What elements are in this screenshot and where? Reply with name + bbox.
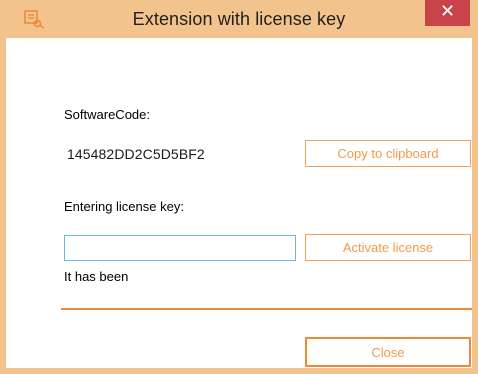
copy-to-clipboard-button[interactable]: Copy to clipboard <box>305 140 471 167</box>
software-code-label: SoftwareCode: <box>64 107 150 122</box>
software-code-value: 145482DD2C5D5BF2 <box>67 146 205 162</box>
window-title: Extension with license key <box>132 9 346 29</box>
license-dialog-window: Extension with license key ✕ SoftwareCod… <box>0 0 478 374</box>
dialog-body: SoftwareCode: 145482DD2C5D5BF2 Copy to c… <box>6 38 472 368</box>
close-button[interactable]: Close <box>305 337 471 367</box>
close-window-icon[interactable]: ✕ <box>425 0 470 26</box>
title-bar[interactable]: Extension with license key ✕ <box>6 0 472 38</box>
activate-license-button[interactable]: Activate license <box>305 234 471 261</box>
license-status-text: It has been <box>64 269 129 284</box>
license-key-label: Entering license key: <box>64 199 184 214</box>
license-key-input[interactable] <box>64 235 296 261</box>
section-divider <box>61 308 472 310</box>
